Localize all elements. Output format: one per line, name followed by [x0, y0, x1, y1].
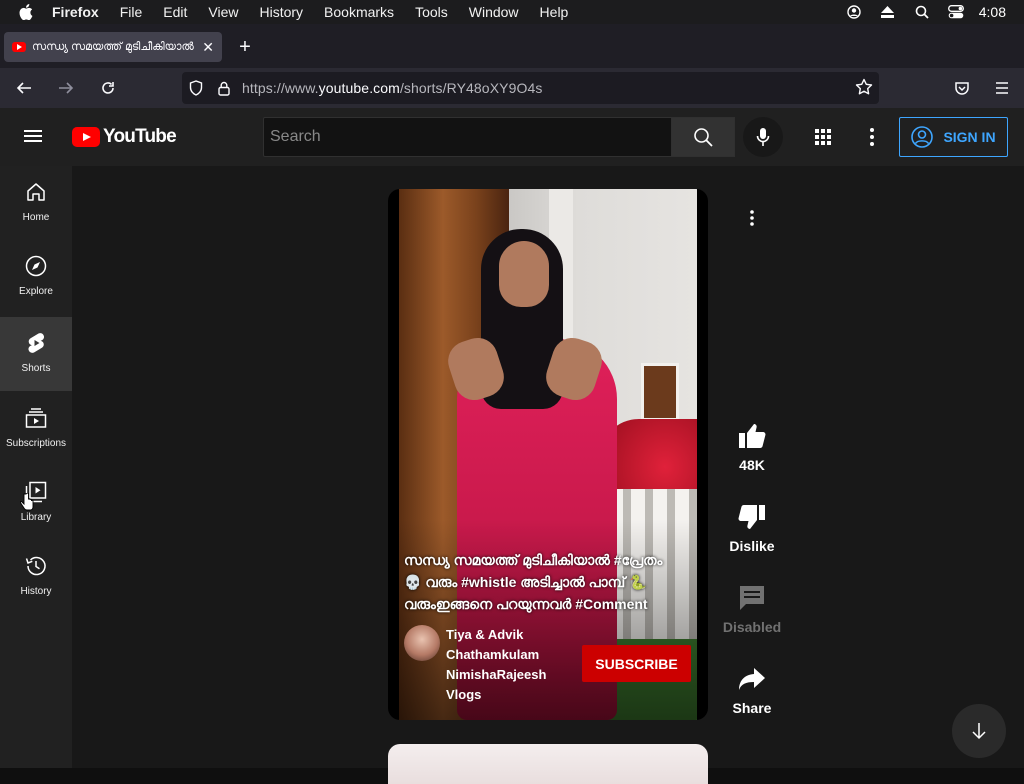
short-caption[interactable]: സന്ധ്യ സമയത്ത് മുടിചീകിയാൽ #പ്രേതം 💀 വരു… [404, 549, 694, 615]
search-icon [694, 128, 713, 147]
sign-in-label: SIGN IN [943, 129, 996, 145]
pocket-icon[interactable] [944, 73, 980, 103]
tab-strip: സന്ധ്യ സമയത്ത് മുടിചീകിയാൽ #പ്രേ ✕ + [0, 24, 1024, 68]
spotlight-search-icon[interactable] [905, 5, 939, 19]
menu-window[interactable]: Window [469, 4, 519, 20]
youtube-favicon-icon [12, 42, 26, 52]
app-menu-icon[interactable] [984, 73, 1020, 103]
shorts-main-area: സന്ധ്യ സമയത്ത് മുടിചീകിയാൽ #പ്രേതം 💀 വരു… [72, 166, 1024, 784]
comments-button[interactable]: Disabled [722, 582, 782, 635]
thumbs-up-icon [736, 420, 768, 452]
next-short-button[interactable] [952, 704, 1006, 758]
like-count: 48K [739, 457, 765, 473]
arrow-down-icon [972, 723, 986, 740]
channel-info[interactable]: Tiya & Advik Chathamkulam NimishaRajeesh… [404, 625, 556, 705]
mini-guide-sidebar: Home Explore Shorts Subscriptions Librar… [0, 166, 72, 768]
browser-tab-active[interactable]: സന്ധ്യ സമയത്ത് മുടിചീകിയാൽ #പ്രേ ✕ [4, 32, 222, 62]
voice-search-button[interactable] [743, 117, 783, 157]
sidebar-label-explore: Explore [19, 286, 53, 297]
youtube-logo-text: YouTube [103, 126, 177, 147]
mouse-pointer-icon [20, 492, 34, 516]
menu-tools[interactable]: Tools [415, 4, 448, 20]
menu-history[interactable]: History [259, 4, 303, 20]
user-account-icon[interactable] [837, 5, 871, 19]
bookmark-star-icon[interactable] [855, 78, 873, 99]
new-tab-button[interactable]: + [232, 34, 258, 60]
menu-edit[interactable]: Edit [163, 4, 187, 20]
comments-status-label: Disabled [722, 619, 782, 635]
sidebar-item-home[interactable]: Home [0, 166, 72, 240]
sidebar-item-history[interactable]: History [0, 540, 72, 614]
settings-more-icon[interactable] [860, 125, 884, 149]
channel-avatar[interactable] [404, 625, 440, 661]
youtube-apps-icon[interactable] [811, 125, 835, 149]
shorts-icon [24, 331, 48, 355]
youtube-play-logo-icon [72, 127, 100, 147]
microphone-icon [756, 128, 770, 146]
control-center-icon[interactable] [939, 5, 973, 19]
youtube-logo[interactable]: YouTube [72, 126, 177, 148]
forward-button[interactable] [48, 73, 84, 103]
sign-in-button[interactable]: SIGN IN [899, 117, 1008, 157]
youtube-header: YouTube SIGN IN [0, 108, 1024, 166]
tracking-protection-shield-icon[interactable] [182, 72, 210, 104]
caption-line-3: വരുംഇങ്ങനെ പറയുന്നവർ #Comment [404, 596, 648, 612]
like-button[interactable]: 48K [724, 420, 780, 473]
shorts-video-player[interactable]: സന്ധ്യ സമയത്ത് മുടിചീകിയാൽ #പ്രേതം 💀 വരു… [388, 189, 708, 720]
tab-title: സന്ധ്യ സമയത്ത് മുടിചീകിയാൽ #പ്രേ [32, 40, 196, 53]
back-button[interactable] [6, 73, 42, 103]
apple-menu-icon[interactable] [0, 4, 52, 20]
dislike-label: Dislike [729, 538, 775, 554]
home-icon [24, 180, 48, 204]
lock-icon[interactable] [210, 72, 238, 104]
menu-clock: 4:08 [978, 4, 1006, 20]
sidebar-label-shorts: Shorts [21, 363, 51, 374]
history-icon [24, 554, 48, 578]
short-more-options-icon[interactable] [740, 206, 764, 230]
menu-file[interactable]: File [120, 4, 143, 20]
url-text: https://www.youtube.com/shorts/RY48oXY9O… [242, 80, 543, 96]
macos-menu-bar: Firefox File Edit View History Bookmarks… [0, 0, 1024, 24]
eject-icon[interactable] [871, 6, 905, 18]
menu-view[interactable]: View [208, 4, 238, 20]
subscribe-button[interactable]: SUBSCRIBE [582, 645, 691, 682]
share-button[interactable]: Share [724, 663, 780, 716]
caption-line-1: സന്ധ്യ സമയത്ത് മുടിചീകിയാൽ #പ്രേതം [404, 552, 663, 568]
comment-icon [736, 582, 768, 614]
guide-menu-icon[interactable] [24, 127, 48, 147]
dislike-button[interactable]: Dislike [724, 501, 780, 554]
video-scene-window [641, 363, 679, 421]
address-bar[interactable]: https://www.youtube.com/shorts/RY48oXY9O… [182, 72, 879, 104]
search-box[interactable] [263, 117, 672, 157]
sidebar-label-history: History [20, 586, 52, 597]
search-input[interactable] [270, 128, 671, 146]
sidebar-item-explore[interactable]: Explore [0, 240, 72, 314]
share-icon [736, 663, 768, 695]
share-label: Share [732, 700, 772, 716]
subscriptions-icon [24, 406, 48, 430]
sidebar-item-library[interactable]: Library [0, 466, 72, 540]
sidebar-item-shorts[interactable]: Shorts [0, 317, 72, 391]
menu-app-name[interactable]: Firefox [52, 4, 99, 20]
search-button[interactable] [671, 117, 735, 157]
next-short-preview[interactable] [388, 744, 708, 784]
navigation-toolbar: https://www.youtube.com/shorts/RY48oXY9O… [0, 68, 1024, 108]
channel-name[interactable]: Tiya & Advik Chathamkulam NimishaRajeesh… [446, 625, 556, 705]
close-tab-icon[interactable]: ✕ [202, 39, 214, 56]
video-person-face [499, 241, 549, 307]
sidebar-label-home: Home [22, 212, 50, 223]
compass-icon [24, 254, 48, 278]
menu-bookmarks[interactable]: Bookmarks [324, 4, 394, 20]
reload-button[interactable] [90, 73, 126, 103]
sidebar-label-subscriptions: Subscriptions [5, 438, 67, 449]
sidebar-item-subscriptions[interactable]: Subscriptions [0, 392, 72, 466]
menu-help[interactable]: Help [540, 4, 569, 20]
thumbs-down-icon [736, 501, 768, 533]
user-avatar-icon [911, 126, 934, 148]
caption-line-2: 💀 വരും #whistle അടിച്ചാൽ പാമ്പ് 🐍 [404, 574, 647, 590]
